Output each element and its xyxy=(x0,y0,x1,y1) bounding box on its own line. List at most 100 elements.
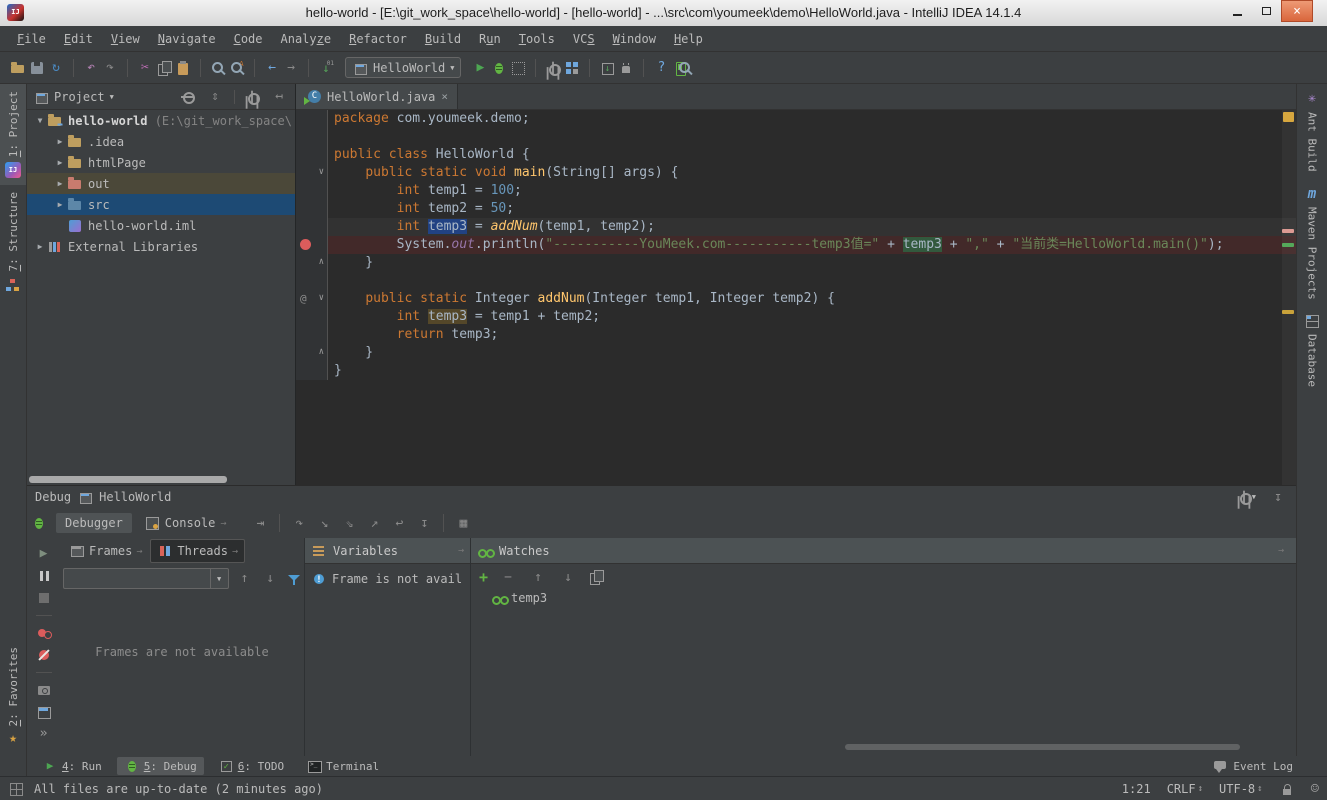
code-line[interactable]: package com.youmeek.demo; xyxy=(296,110,1296,128)
pause-icon[interactable] xyxy=(36,568,52,584)
android-icon[interactable] xyxy=(618,60,634,76)
horizontal-scrollbar[interactable] xyxy=(29,476,227,483)
editor-gutter[interactable] xyxy=(296,218,328,236)
code-line[interactable]: System.out.println("-----------YouMeek.c… xyxy=(296,236,1296,254)
line-separator-widget[interactable]: CRLF↕ xyxy=(1167,782,1203,796)
code-editor[interactable]: package com.youmeek.demo; public class H… xyxy=(296,110,1296,485)
find-icon[interactable] xyxy=(210,60,226,76)
menu-window[interactable]: Window xyxy=(604,28,665,50)
code-line[interactable]: int temp1 = 100; xyxy=(296,182,1296,200)
tree-row-htmlpage[interactable]: ▶htmlPage xyxy=(27,152,295,173)
tree-row-hello-world[interactable]: ▼hello-world (E:\git_work_space\ xyxy=(27,110,295,131)
frames-tab-threads[interactable]: Threads→ xyxy=(150,539,245,563)
tool-tab-5-debug[interactable]: 5: Debug xyxy=(117,757,204,775)
collapse-all-icon[interactable]: ⇕ xyxy=(205,89,225,104)
editor-gutter[interactable]: ∨ xyxy=(296,164,328,182)
gear-icon[interactable] xyxy=(244,89,260,105)
pin-arrow-icon[interactable]: → xyxy=(458,545,464,556)
code-line[interactable]: int temp3 = temp1 + temp2; xyxy=(296,308,1296,326)
filter-icon[interactable] xyxy=(286,571,302,587)
fold-close-icon[interactable]: ∧ xyxy=(319,256,324,268)
code-line[interactable]: ∨ public static void main(String[] args)… xyxy=(296,164,1296,182)
hector-inspector-icon[interactable]: ☺ xyxy=(1311,781,1319,797)
menu-help[interactable]: Help xyxy=(665,28,712,50)
debug-tab-debugger[interactable]: Debugger xyxy=(56,513,132,533)
previous-frame-icon[interactable]: ↑ xyxy=(235,571,255,586)
search-everywhere-icon[interactable] xyxy=(677,60,693,76)
cut-icon[interactable]: ✂ xyxy=(137,60,153,76)
copy-icon[interactable] xyxy=(156,60,172,76)
collapsed-arrow-icon[interactable]: ▶ xyxy=(33,242,47,251)
editor-gutter[interactable] xyxy=(296,308,328,326)
settings-icon[interactable] xyxy=(545,60,561,76)
minimize-button[interactable] xyxy=(1223,0,1252,22)
code-line[interactable]: int temp2 = 50; xyxy=(296,200,1296,218)
replace-icon[interactable]: A xyxy=(229,60,245,76)
stop-icon[interactable] xyxy=(36,590,52,606)
line-numbers-icon[interactable]: ↓ xyxy=(318,60,334,76)
event-log-button[interactable]: Event Log xyxy=(1212,758,1293,774)
collapsed-arrow-icon[interactable]: ▶ xyxy=(53,179,67,188)
tool-tab-6-todo[interactable]: ✓6: TODO xyxy=(212,758,291,775)
code-line[interactable] xyxy=(296,272,1296,290)
stripe-button-maven-projects[interactable]: mMaven Projects xyxy=(1297,179,1327,307)
gear-icon[interactable] xyxy=(1236,489,1252,505)
tree-row--idea[interactable]: ▶.idea xyxy=(27,131,295,152)
editor-gutter[interactable]: ∧ xyxy=(296,254,328,272)
step-into-icon[interactable]: ↘ xyxy=(312,516,336,531)
more-icon[interactable]: » xyxy=(36,726,52,742)
editor-gutter[interactable] xyxy=(296,146,328,164)
chevron-down-icon[interactable]: ▼ xyxy=(210,569,228,588)
menu-run[interactable]: Run xyxy=(470,28,510,50)
caret-position[interactable]: 1:21 xyxy=(1122,782,1151,796)
editor-gutter[interactable] xyxy=(296,200,328,218)
menu-code[interactable]: Code xyxy=(225,28,272,50)
code-line[interactable]: int temp3 = addNum(temp1, temp2); xyxy=(296,218,1296,236)
scroll-from-source-icon[interactable] xyxy=(180,89,196,105)
code-line[interactable]: ∧ } xyxy=(296,344,1296,362)
menu-analyze[interactable]: Analyze xyxy=(272,28,341,50)
save-all-icon[interactable] xyxy=(29,60,45,76)
duplicate-watch-icon[interactable] xyxy=(588,569,604,585)
editor-scrollbar[interactable] xyxy=(1282,110,1296,485)
paste-icon[interactable] xyxy=(175,60,191,76)
stripe-button--favorites[interactable]: 2: Favorites★ xyxy=(0,640,26,754)
pin-arrow-icon[interactable]: → xyxy=(1278,545,1284,556)
run-to-cursor-icon[interactable]: ↧ xyxy=(412,516,436,531)
watch-item-temp3[interactable]: temp3 xyxy=(471,590,1296,606)
editor-gutter[interactable] xyxy=(296,362,328,380)
back-icon[interactable]: ← xyxy=(264,60,280,76)
resume-icon[interactable]: ▶ xyxy=(36,546,52,562)
code-line[interactable]: } xyxy=(296,362,1296,380)
next-frame-icon[interactable]: ↓ xyxy=(260,571,280,586)
tool-tab-4-run[interactable]: ▶4: Run xyxy=(35,757,109,775)
editor-gutter[interactable] xyxy=(296,110,328,128)
show-execution-point-icon[interactable]: ⇥ xyxy=(248,516,272,531)
code-line[interactable]: ∧ } xyxy=(296,254,1296,272)
add-watch-icon[interactable]: + xyxy=(479,568,488,586)
menu-navigate[interactable]: Navigate xyxy=(149,28,225,50)
editor-gutter[interactable]: ∧ xyxy=(296,344,328,362)
debug-icon[interactable] xyxy=(491,60,507,76)
chevron-down-icon[interactable]: ▼ xyxy=(110,93,114,101)
collapsed-arrow-icon[interactable]: ▶ xyxy=(53,137,67,146)
view-breakpoints-icon[interactable] xyxy=(36,625,52,641)
debug-tab-console[interactable]: Console→ xyxy=(135,512,236,534)
collapsed-arrow-icon[interactable]: ▶ xyxy=(53,200,67,209)
menu-build[interactable]: Build xyxy=(416,28,470,50)
fold-open-icon[interactable]: ∨ xyxy=(319,166,324,178)
fold-open-icon[interactable]: ∨ xyxy=(319,292,324,304)
expanded-arrow-icon[interactable]: ▼ xyxy=(33,116,47,125)
forward-icon[interactable]: → xyxy=(283,60,299,76)
tree-row-src[interactable]: ▶src xyxy=(27,194,295,215)
stripe-button-database[interactable]: Database xyxy=(1297,306,1327,394)
force-step-into-icon[interactable]: ⇘ xyxy=(337,516,361,531)
move-up-icon[interactable]: ↑ xyxy=(528,570,548,585)
editor-gutter[interactable] xyxy=(296,272,328,290)
drop-frame-icon[interactable]: ↩ xyxy=(387,516,411,531)
move-down-icon[interactable]: ↓ xyxy=(558,570,578,585)
run-icon[interactable]: ▶ xyxy=(472,60,488,76)
code-line[interactable] xyxy=(296,128,1296,146)
mute-breakpoints-icon[interactable] xyxy=(36,647,52,663)
horizontal-scrollbar[interactable] xyxy=(845,744,1240,750)
